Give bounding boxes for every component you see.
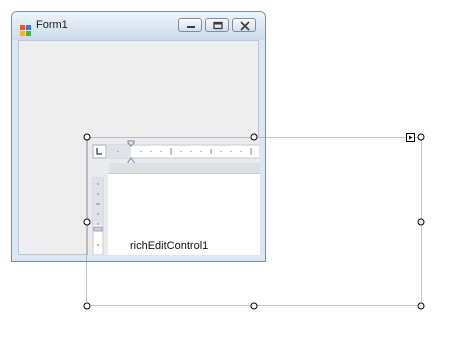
resize-handle-top[interactable] (250, 133, 258, 141)
resize-handle-top-left[interactable] (83, 133, 91, 141)
resize-handle-left[interactable] (83, 218, 91, 226)
smart-tag-button[interactable] (406, 133, 415, 142)
resize-handle-right[interactable] (417, 218, 425, 226)
resize-handle-bottom[interactable] (250, 302, 258, 310)
resize-handle-top-right[interactable] (417, 133, 425, 141)
selection-overlay (83, 133, 425, 310)
resize-handle-bottom-right[interactable] (417, 302, 425, 310)
resize-handle-bottom-left[interactable] (83, 302, 91, 310)
